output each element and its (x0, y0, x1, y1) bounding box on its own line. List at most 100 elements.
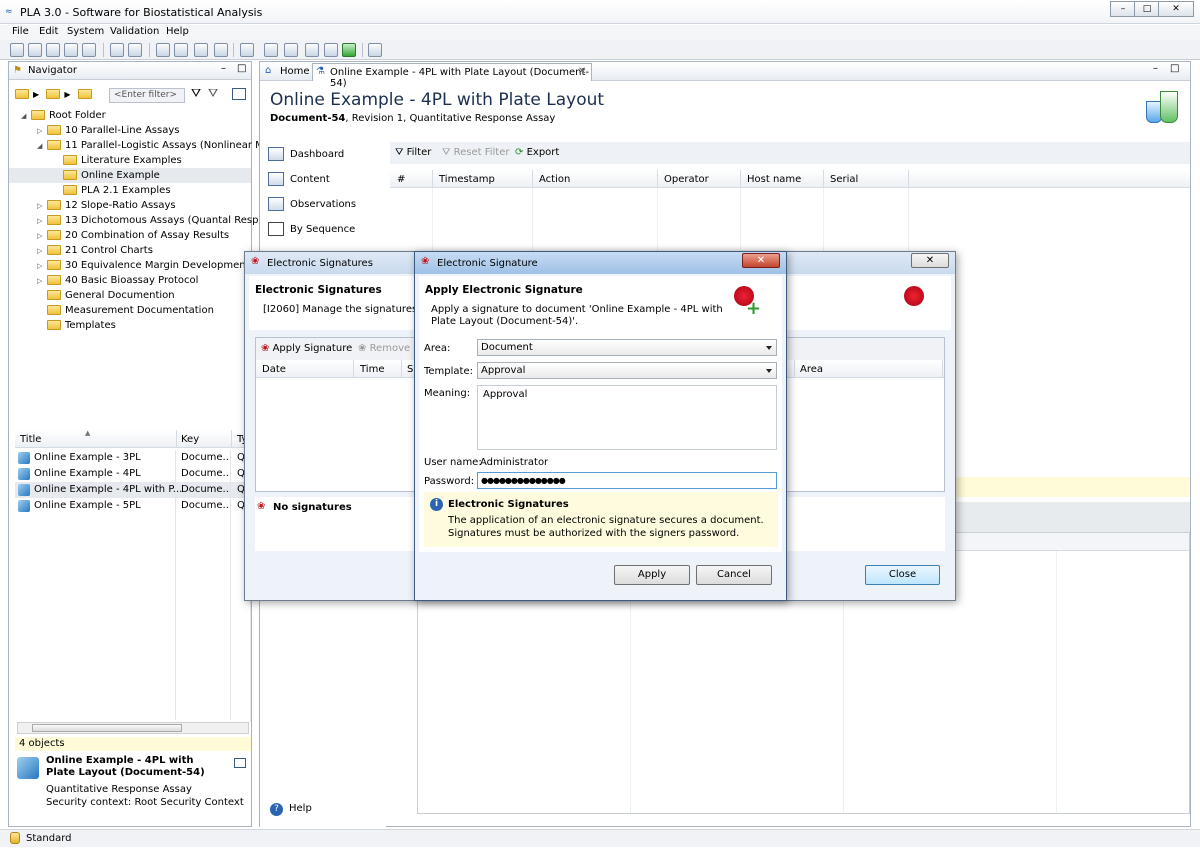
list-item[interactable]: Online Example - 5PLDocume...Qu (15, 498, 251, 514)
close-tab-icon[interactable]: ✕ (578, 66, 586, 77)
col-date[interactable]: Date (262, 364, 286, 375)
tree-item[interactable]: ▷ 20 Combination of Assay Results (9, 228, 251, 243)
tree-item[interactable]: Online Example (9, 168, 251, 183)
col-key[interactable]: Key (181, 434, 199, 445)
tree-item[interactable]: ◢ Root Folder (9, 108, 251, 123)
filter-button[interactable]: ⛛ Filter (395, 147, 431, 158)
refresh-icon[interactable] (342, 43, 356, 57)
remove-document-icon[interactable] (305, 43, 319, 57)
col-host-name[interactable]: Host name (747, 174, 801, 185)
copy-document-icon[interactable] (284, 43, 298, 57)
menu-system[interactable]: System (67, 26, 104, 37)
tree-item[interactable]: Literature Examples (9, 153, 251, 168)
tree-item[interactable]: ▷ 13 Dichotomous Assays (Quantal Respons (9, 213, 276, 229)
tree-item[interactable]: ◢ 11 Parallel-Logistic Assays (Nonlinear … (9, 138, 270, 154)
col-number[interactable]: # (397, 174, 405, 185)
nav-content[interactable]: Content (268, 172, 330, 186)
list-item[interactable]: Online Example - 4PLDocume...Qu (15, 466, 251, 482)
horizontal-scrollbar[interactable] (17, 722, 249, 734)
menu-file[interactable]: File (12, 26, 29, 37)
nav-by-sequence[interactable]: By Sequence (268, 222, 355, 236)
delete-icon[interactable] (82, 43, 96, 57)
tree-item[interactable]: ▷ 10 Parallel-Line Assays (9, 123, 251, 138)
close-button[interactable]: Close (865, 565, 940, 585)
copy-icon[interactable] (64, 43, 78, 57)
tree-item[interactable]: Templates (9, 318, 251, 333)
layout-icon[interactable] (232, 88, 246, 100)
collapsed-icon[interactable]: ▷ (37, 214, 47, 229)
save-icon[interactable] (156, 43, 170, 57)
tree-item[interactable]: ▷ 40 Basic Bioassay Protocol (9, 273, 251, 288)
document-icon[interactable] (110, 43, 124, 57)
menu-edit[interactable]: Edit (39, 26, 58, 37)
help-link[interactable]: ? Help (270, 803, 312, 816)
collapsed-icon[interactable]: ▷ (37, 274, 47, 289)
close-signatures-dialog-button[interactable]: ✕ (911, 253, 949, 268)
collapsed-icon[interactable]: ▷ (37, 259, 47, 274)
list-item[interactable]: Online Example - 4PL with P...Docume...Q… (15, 482, 251, 498)
col-time[interactable]: Time (360, 364, 384, 375)
col-serial[interactable]: Serial (830, 174, 858, 185)
col-title[interactable]: Title (20, 434, 41, 445)
tree-item[interactable]: General Documention (9, 288, 251, 303)
export-icon[interactable] (194, 43, 208, 57)
expanded-icon[interactable]: ◢ (21, 109, 31, 124)
nav-dashboard[interactable]: Dashboard (268, 147, 344, 161)
tree-item[interactable]: ▷ 21 Control Charts (9, 243, 251, 258)
play-icon[interactable]: ▶ (64, 90, 70, 99)
report-icon[interactable] (214, 43, 228, 57)
new-folder-icon[interactable] (28, 43, 42, 57)
print-icon[interactable] (174, 43, 188, 57)
folder-up-icon[interactable] (15, 89, 29, 99)
maximize-panel-icon[interactable]: □ (237, 63, 246, 74)
new-icon[interactable] (10, 43, 24, 57)
minimize-button[interactable]: – (1110, 1, 1136, 17)
expanded-icon[interactable]: ◢ (37, 139, 47, 154)
template-select[interactable]: Approval (477, 362, 777, 379)
minimize-editor-icon[interactable]: – (1153, 63, 1158, 74)
table-icon[interactable] (234, 758, 246, 768)
password-input[interactable]: ●●●●●●●●●●●●●● (477, 472, 777, 489)
apply-button[interactable]: Apply (614, 565, 690, 585)
tree-item[interactable]: ▷ 12 Slope-Ratio Assays (9, 198, 251, 213)
tab-home[interactable]: ⌂ Home (262, 63, 312, 80)
properties-icon[interactable] (128, 43, 142, 57)
close-apply-dialog-button[interactable]: ✕ (742, 253, 780, 268)
open-icon[interactable] (46, 43, 60, 57)
col-action[interactable]: Action (539, 174, 570, 185)
tree-item[interactable]: Measurement Documentation (9, 303, 251, 318)
maximize-button[interactable]: □ (1134, 1, 1160, 17)
folder-icon[interactable] (368, 43, 382, 57)
col-signer[interactable]: S (407, 364, 413, 375)
collapsed-icon[interactable]: ▷ (37, 124, 47, 139)
menu-validation[interactable]: Validation (110, 26, 159, 37)
navigator-tab[interactable]: ⚑ Navigator – □ (9, 62, 251, 80)
tree-item[interactable]: ▷ 30 Equivalence Margin Development (9, 258, 251, 273)
reset-filter-button[interactable]: ⛛ Reset Filter (442, 147, 509, 158)
minimize-panel-icon[interactable]: – (221, 63, 226, 74)
collapsed-icon[interactable]: ▷ (37, 229, 47, 244)
tab-document[interactable]: ⚗ Online Example - 4PL with Plate Layout… (312, 63, 592, 89)
filter-input[interactable]: <Enter filter> (109, 88, 185, 103)
filter-icon[interactable]: ⛛ (191, 86, 201, 101)
meaning-textarea[interactable]: Approval (477, 385, 777, 450)
collapsed-icon[interactable]: ▷ (37, 244, 47, 259)
apply-signature-button[interactable]: ❀ Apply Signature (261, 343, 352, 354)
collapsed-icon[interactable]: ▷ (37, 199, 47, 214)
col-timestamp[interactable]: Timestamp (439, 174, 495, 185)
close-window-button[interactable]: ✕ (1158, 1, 1194, 17)
compare-icon[interactable] (324, 43, 338, 57)
tree-item[interactable]: PLA 2.1 Examples (9, 183, 251, 198)
folder-icon[interactable] (46, 89, 61, 99)
folder-icon[interactable] (77, 89, 92, 99)
export-button[interactable]: ⟳ Export (515, 147, 559, 158)
clone-icon[interactable] (264, 43, 278, 57)
area-select[interactable]: Document (477, 339, 777, 356)
col-area[interactable]: Area (800, 364, 823, 375)
maximize-editor-icon[interactable]: □ (1170, 63, 1179, 74)
calculator-icon[interactable] (240, 43, 254, 57)
cancel-button[interactable]: Cancel (696, 565, 772, 585)
col-operator[interactable]: Operator (664, 174, 709, 185)
nav-observations[interactable]: Observations (268, 197, 356, 211)
reset-filter-icon[interactable]: ⛛ (208, 86, 218, 101)
